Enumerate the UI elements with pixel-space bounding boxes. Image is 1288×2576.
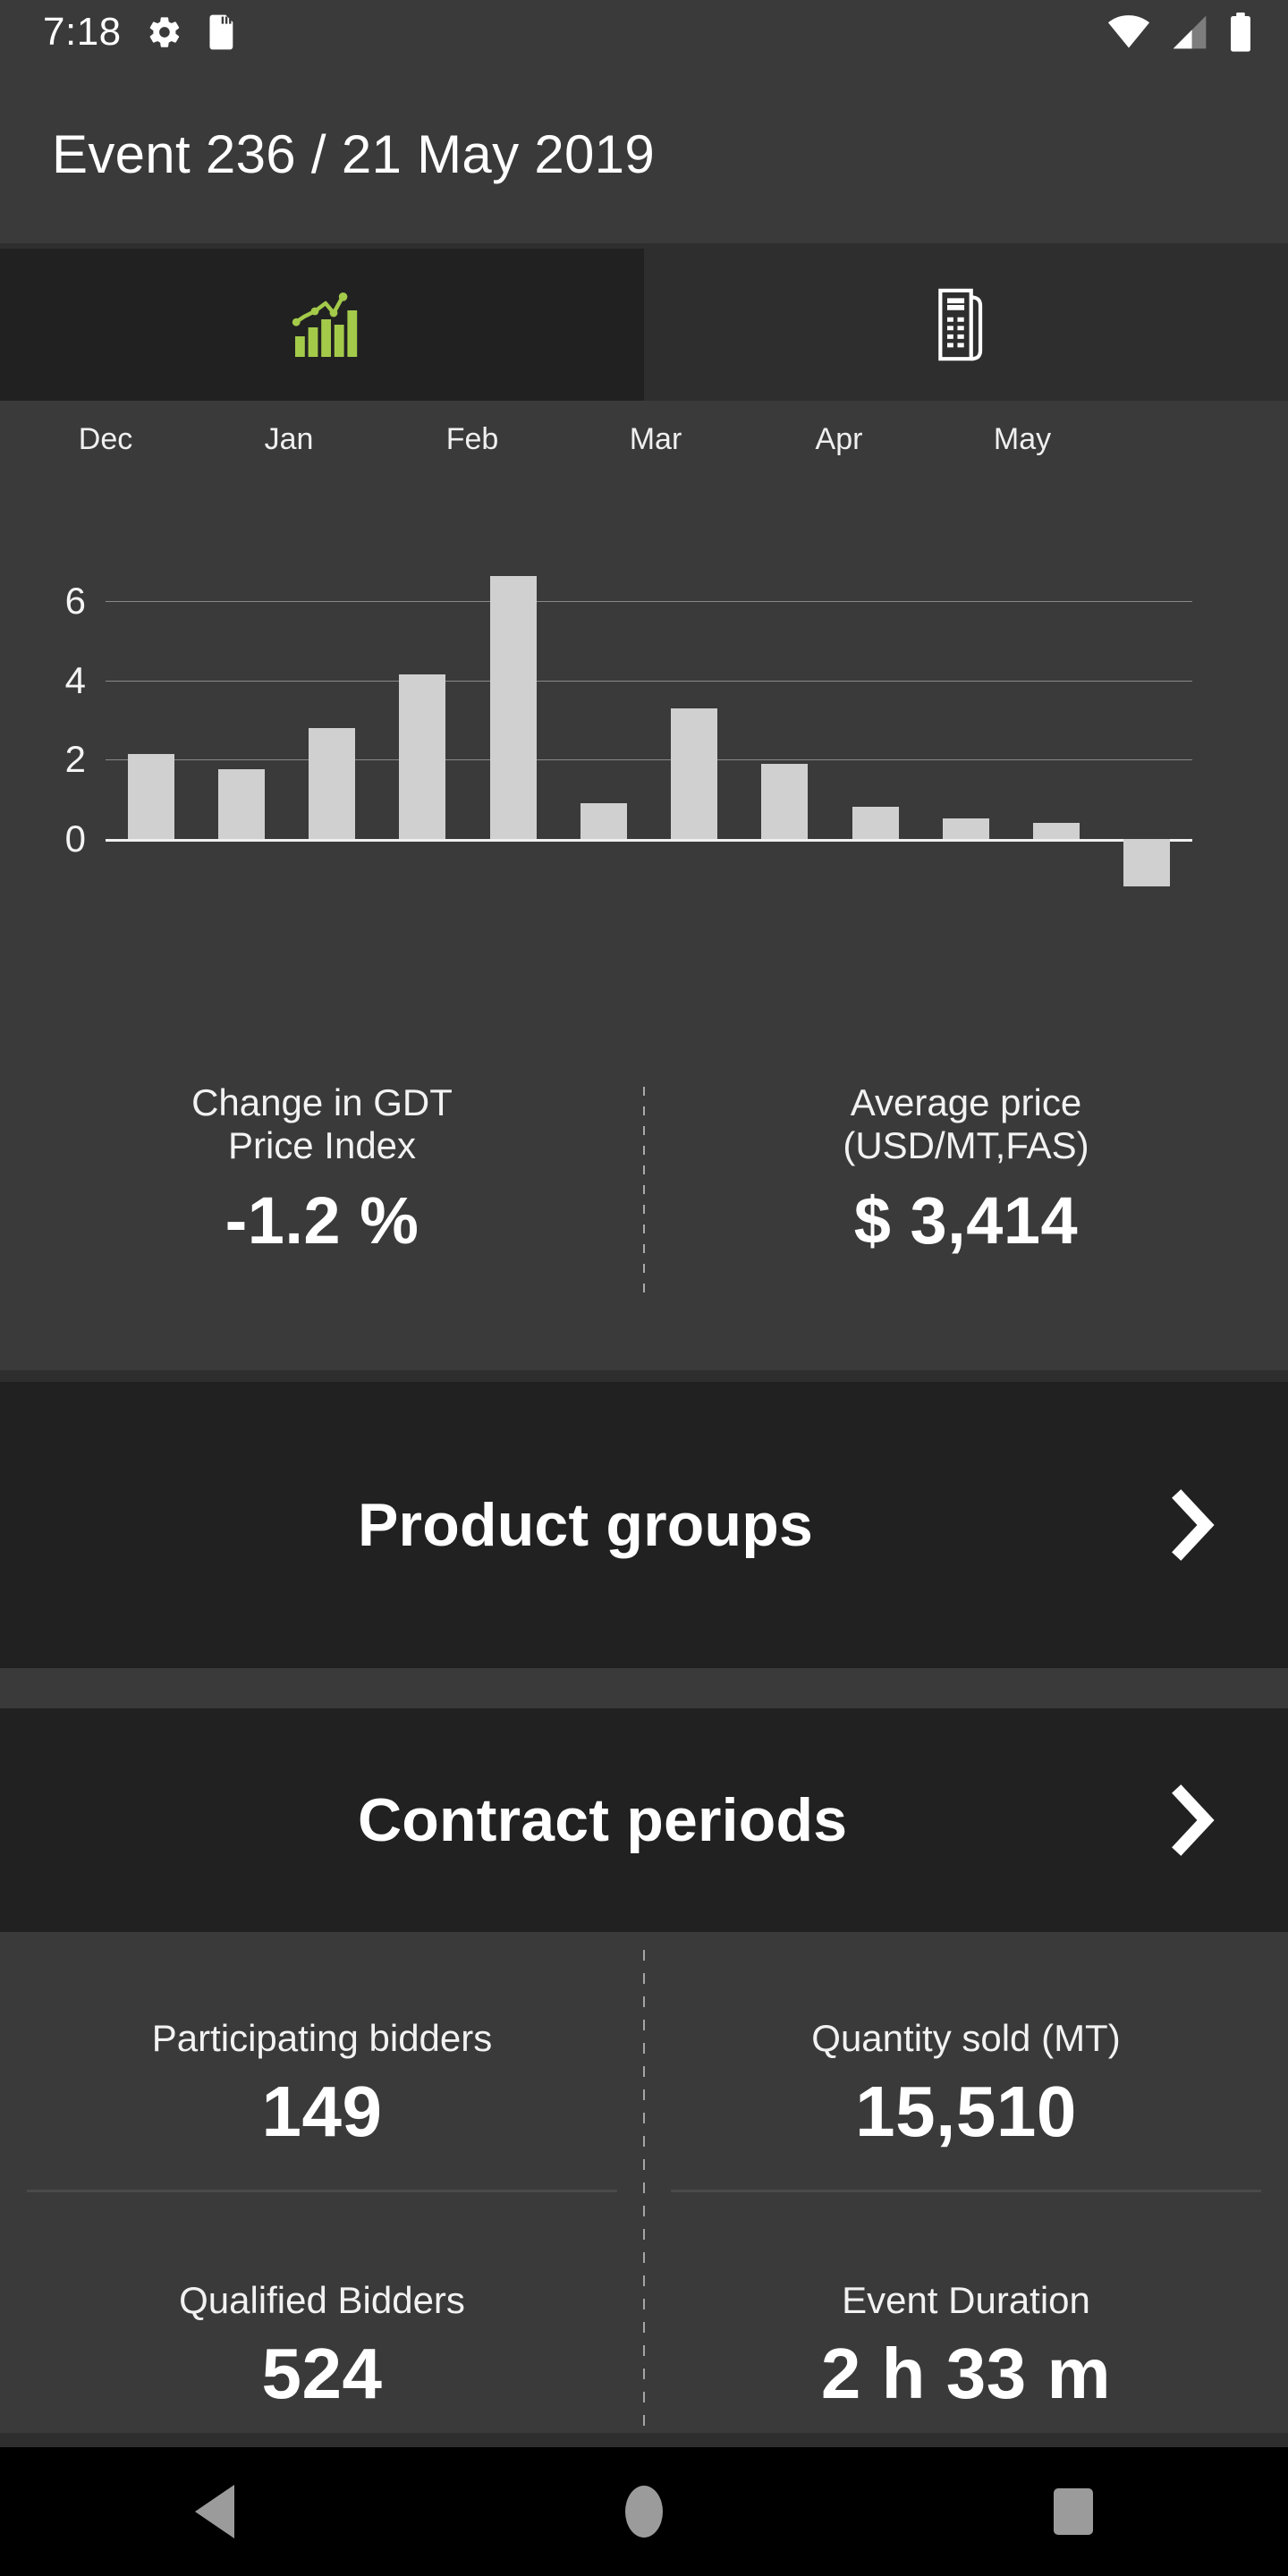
nav-row-product-groups[interactable]: Product groups [0,1382,1288,1668]
month-label: May [993,422,1052,456]
chart-bar [217,769,265,839]
chart-y-tick-label: 4 [64,658,86,701]
sd-card-icon [208,13,238,51]
tab-news[interactable] [644,249,1288,401]
chart-y-tick-label: 0 [64,817,86,860]
bar-chart-plot: 0 2 4 6 [65,542,1192,918]
chevron-right-icon [1170,1489,1220,1561]
chart-bar [761,763,809,839]
chart-bar [671,708,718,839]
chart-bar [309,727,356,839]
kpi-gdt-price-index: Change in GDT Price Index -1.2 % [0,1060,644,1315]
wifi-icon [1107,13,1150,51]
chart-bar [127,753,174,839]
circle-home-icon [625,2486,663,2538]
kpi-label: Average price (USD/MT,FAS) [843,1081,1089,1168]
stat-quantity-sold: Quantity sold (MT) 15,510 [644,2017,1288,2153]
nav-row-contract-periods[interactable]: Contract periods [0,1708,1288,1932]
month-label: Jan [264,422,314,456]
status-bar-left: 7:18 [43,10,238,55]
stat-label: Qualified Bidders [179,2279,465,2321]
chart-bar [852,807,899,839]
status-bar-right [1107,13,1252,52]
triangle-back-icon [195,2485,234,2538]
back-button[interactable] [161,2458,268,2565]
bar-chart-trend-icon [283,285,361,364]
stat-qualified-bidders: Qualified Bidders 524 [0,2279,644,2415]
month-label: Feb [445,422,499,456]
app-bar: Event 236 / 21 May 2019 [0,64,1288,243]
kpi-value: $ 3,414 [853,1182,1079,1258]
chart-y-tick-label: 6 [64,580,86,623]
stat-value: 524 [261,2334,383,2413]
chart-gridline [106,759,1192,761]
page-title: Event 236 / 21 May 2019 [52,123,656,184]
gear-icon [147,14,182,50]
stat-event-duration: Event Duration 2 h 33 m [644,2279,1288,2415]
app-screen: 7:18 Event 236 / 21 May 2019 Dec Jan Feb… [0,0,1288,2576]
chart-gridline [106,680,1192,682]
chart-month-axis: Dec Jan Feb Mar Apr May [0,422,1288,485]
kpi-label-line1: Change in GDT [191,1081,453,1123]
system-navigation-bar [0,2447,1288,2576]
status-clock: 7:18 [43,10,122,54]
stat-participating-bidders: Participating bidders 149 [0,2017,644,2153]
kpi-label-line2: Price Index [227,1124,417,1167]
battery-icon [1229,13,1252,52]
home-button[interactable] [590,2458,698,2565]
chart-bar [580,802,627,839]
chart-bar [1033,822,1080,839]
nav-row-label: Contract periods [358,1786,848,1854]
kpi-average-price: Average price (USD/MT,FAS) $ 3,414 [644,1060,1288,1315]
status-bar: 7:18 [0,0,1288,64]
cellular-signal-icon [1170,13,1209,51]
chevron-right-icon [1170,1784,1220,1856]
month-label: Apr [815,422,863,456]
newspaper-icon [933,287,999,362]
square-recents-icon [1054,2488,1093,2535]
stat-separator [27,2190,617,2192]
stat-value: 2 h 33 m [820,2334,1112,2413]
month-label: Dec [78,422,133,456]
recents-button[interactable] [1020,2458,1127,2565]
tab-results[interactable] [0,249,644,401]
stat-label: Quantity sold (MT) [811,2017,1121,2059]
kpi-label-line1: Average price [850,1081,1082,1123]
chart-bar [489,575,537,839]
stat-value: 15,510 [855,2072,1077,2151]
stat-separator [671,2190,1261,2192]
section-gap [0,1668,1288,1708]
tab-bar [0,249,1288,401]
kpi-divider [643,1087,645,1297]
chart-bar [1123,838,1171,886]
kpi-label-line2: (USD/MT,FAS) [843,1124,1089,1167]
kpi-value: -1.2 % [225,1182,419,1258]
stat-label: Participating bidders [151,2017,493,2059]
nav-row-label: Product groups [358,1491,814,1559]
kpi-label: Change in GDT Price Index [191,1081,453,1168]
chart-bar [399,674,446,839]
chart-bar [942,818,989,839]
stat-value: 149 [261,2072,383,2151]
chart-gridline [106,838,1192,842]
stat-label: Event Duration [842,2279,1090,2321]
chart-y-tick-label: 2 [64,738,86,781]
stats-divider [643,1950,645,2433]
chart-gridline [106,601,1192,603]
month-label: Mar [629,422,682,456]
